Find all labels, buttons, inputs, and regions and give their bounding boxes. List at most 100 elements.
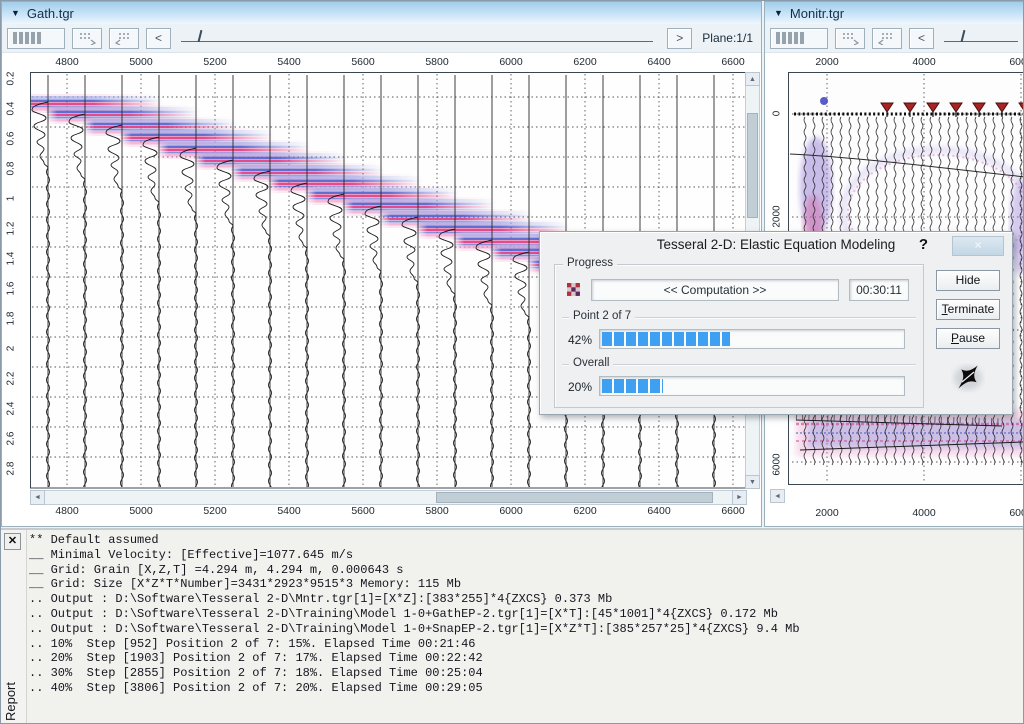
terminate-button[interactable]: Terminate — [936, 299, 1000, 320]
increase-spacing-button[interactable] — [109, 28, 139, 49]
scroll-left-icon[interactable]: ◄ — [30, 490, 45, 505]
axis-tick: 0.8 — [6, 154, 19, 184]
axis-tick: 5200 — [203, 505, 226, 517]
axis-tick: 0.2 — [6, 64, 19, 94]
monitor-x-axis-bottom: 2000 4000 6000 — [765, 507, 1024, 520]
prev-plane-button[interactable]: < — [146, 28, 171, 49]
report-line: .. 20% Step [1903] Position 2 of 7: 17%.… — [29, 651, 1023, 666]
axis-tick: 4800 — [55, 505, 78, 517]
hide-button[interactable]: Hide — [936, 270, 1000, 291]
axis-tick: 5800 — [425, 505, 448, 517]
point-percent-label: 42% — [568, 333, 592, 347]
modeling-progress-dialog: Tesseral 2-D: Elastic Equation Modeling … — [539, 231, 1013, 415]
axis-tick: 2 — [6, 334, 19, 364]
monitor-panel-titlebar[interactable]: ▼ Monitr.tgr — [765, 2, 1024, 25]
report-line: __ Grid: Grain [X,Z,T] =4.294 m, 4.294 m… — [29, 563, 1023, 578]
report-line: __ Grid: Size [X*Z*T*Number]=3431*2923*9… — [29, 577, 1023, 592]
help-icon[interactable]: ? — [919, 236, 928, 253]
dots-left-icon — [841, 31, 859, 45]
axis-tick: 5600 — [351, 505, 374, 517]
axis-tick: 6400 — [647, 505, 670, 517]
report-tab-label: Report — [3, 682, 18, 721]
decrease-spacing-button[interactable] — [72, 28, 102, 49]
increase-spacing-button[interactable] — [872, 28, 902, 49]
report-panel: ✕ Report ** Default assumed__ Minimal Ve… — [1, 528, 1024, 724]
prev-plane-button[interactable]: < — [909, 28, 934, 49]
report-line: ** Default assumed — [29, 533, 1023, 548]
axis-tick: 5400 — [277, 505, 300, 517]
report-line: .. 10% Step [952] Position 2 of 7: 15%. … — [29, 637, 1023, 652]
axis-tick: 0 — [772, 99, 785, 129]
gather-panel-title: Gath.tgr — [27, 6, 74, 21]
axis-tick: 6400 — [647, 56, 670, 68]
dots-right-icon — [878, 31, 896, 45]
axis-tick: 2000 — [815, 507, 838, 519]
gather-x-axis-top: 4800500052005400560058006000620064006600 — [67, 56, 737, 69]
overall-progress-bar — [599, 376, 905, 396]
axis-tick: 1.2 — [6, 214, 19, 244]
pause-button[interactable]: Pause — [936, 328, 1000, 349]
vscroll-thumb[interactable] — [747, 113, 758, 218]
close-button[interactable]: × — [952, 236, 1004, 256]
axis-tick: 5600 — [351, 56, 374, 68]
plane-slider[interactable] — [181, 28, 657, 49]
report-side-strip: ✕ Report — [1, 530, 27, 724]
scroll-left-icon[interactable]: ◄ — [770, 489, 785, 503]
scroll-down-icon[interactable]: ▼ — [745, 475, 760, 489]
axis-tick: 6000 — [499, 505, 522, 517]
gather-toolbar: < > Plane:1/1 — [2, 24, 761, 53]
axis-tick: 4000 — [912, 507, 935, 519]
gather-time-axis-left: 0.20.40.60.811.21.41.61.822.22.42.62.8 — [6, 14, 19, 514]
axis-tick: 5800 — [425, 56, 448, 68]
point-progress-bar — [599, 329, 905, 349]
axis-tick: 5000 — [129, 505, 152, 517]
report-line: .. Output : D:\Software\Tesseral 2-D\Tra… — [29, 622, 1023, 637]
scroll-right-icon[interactable]: ► — [732, 490, 747, 505]
scroll-up-icon[interactable]: ▲ — [745, 72, 760, 86]
axis-tick: 6000 — [1009, 507, 1024, 519]
gather-hscrollbar[interactable]: ◄ ► — [30, 490, 747, 505]
axis-tick: 6200 — [573, 56, 596, 68]
axis-tick: 5000 — [129, 56, 152, 68]
decrease-spacing-button[interactable] — [835, 28, 865, 49]
axis-tick: 1 — [6, 184, 19, 214]
elapsed-time-box: 00:30:11 — [849, 279, 909, 301]
overall-progress-fill — [602, 379, 663, 393]
axis-tick: 4800 — [55, 56, 78, 68]
axis-tick: 6000 — [1009, 56, 1024, 68]
axis-tick: 1.4 — [6, 244, 19, 274]
plane-slider[interactable] — [944, 28, 1022, 49]
report-line: __ Minimal Velocity: [Effective]=1077.64… — [29, 548, 1023, 563]
point-progress-fill — [602, 332, 730, 346]
axis-tick: 6000 — [772, 450, 785, 480]
gather-panel-titlebar[interactable]: ▼ Gath.tgr — [2, 2, 761, 25]
axis-tick: 1.8 — [6, 304, 19, 334]
dots-right-icon — [115, 31, 133, 45]
report-line: .. Output : D:\Software\Tesseral 2-D\Mnt… — [29, 592, 1023, 607]
report-close-button[interactable]: ✕ — [4, 533, 21, 550]
dots-left-icon — [78, 31, 96, 45]
hscroll-thumb[interactable] — [436, 492, 713, 503]
axis-tick: 5400 — [277, 56, 300, 68]
axis-tick: 5200 — [203, 56, 226, 68]
computation-activity-icon — [567, 283, 580, 296]
report-line: .. 30% Step [2855] Position 2 of 7: 18%.… — [29, 666, 1023, 681]
computation-stage-bar: << Computation >> — [591, 279, 839, 301]
axis-tick: 0.6 — [6, 124, 19, 154]
axis-tick: 1.6 — [6, 274, 19, 304]
overall-group-rule — [562, 364, 916, 365]
slider-rail — [944, 41, 1018, 42]
overall-group-label: Overall — [569, 357, 613, 369]
axis-tick: 0.4 — [6, 94, 19, 124]
axis-tick: 2.8 — [6, 454, 19, 484]
report-console[interactable]: ** Default assumed__ Minimal Velocity: [… — [29, 533, 1023, 723]
next-plane-button[interactable]: > — [667, 28, 692, 49]
point-group-label: Point 2 of 7 — [569, 310, 635, 322]
monitor-toolbar: < — [765, 24, 1024, 53]
progress-group: Progress << Computation >> 00:30:11 Poin… — [554, 264, 924, 408]
dialog-title: Tesseral 2-D: Elastic Equation Modeling — [540, 232, 1012, 257]
report-line: .. Output : D:\Software\Tesseral 2-D\Tra… — [29, 607, 1023, 622]
gather-x-axis-bottom: 4800500052005400560058006000620064006600 — [67, 505, 737, 518]
report-line: .. 40% Step [3806] Position 2 of 7: 20%.… — [29, 681, 1023, 696]
axis-tick: 2000 — [815, 56, 838, 68]
